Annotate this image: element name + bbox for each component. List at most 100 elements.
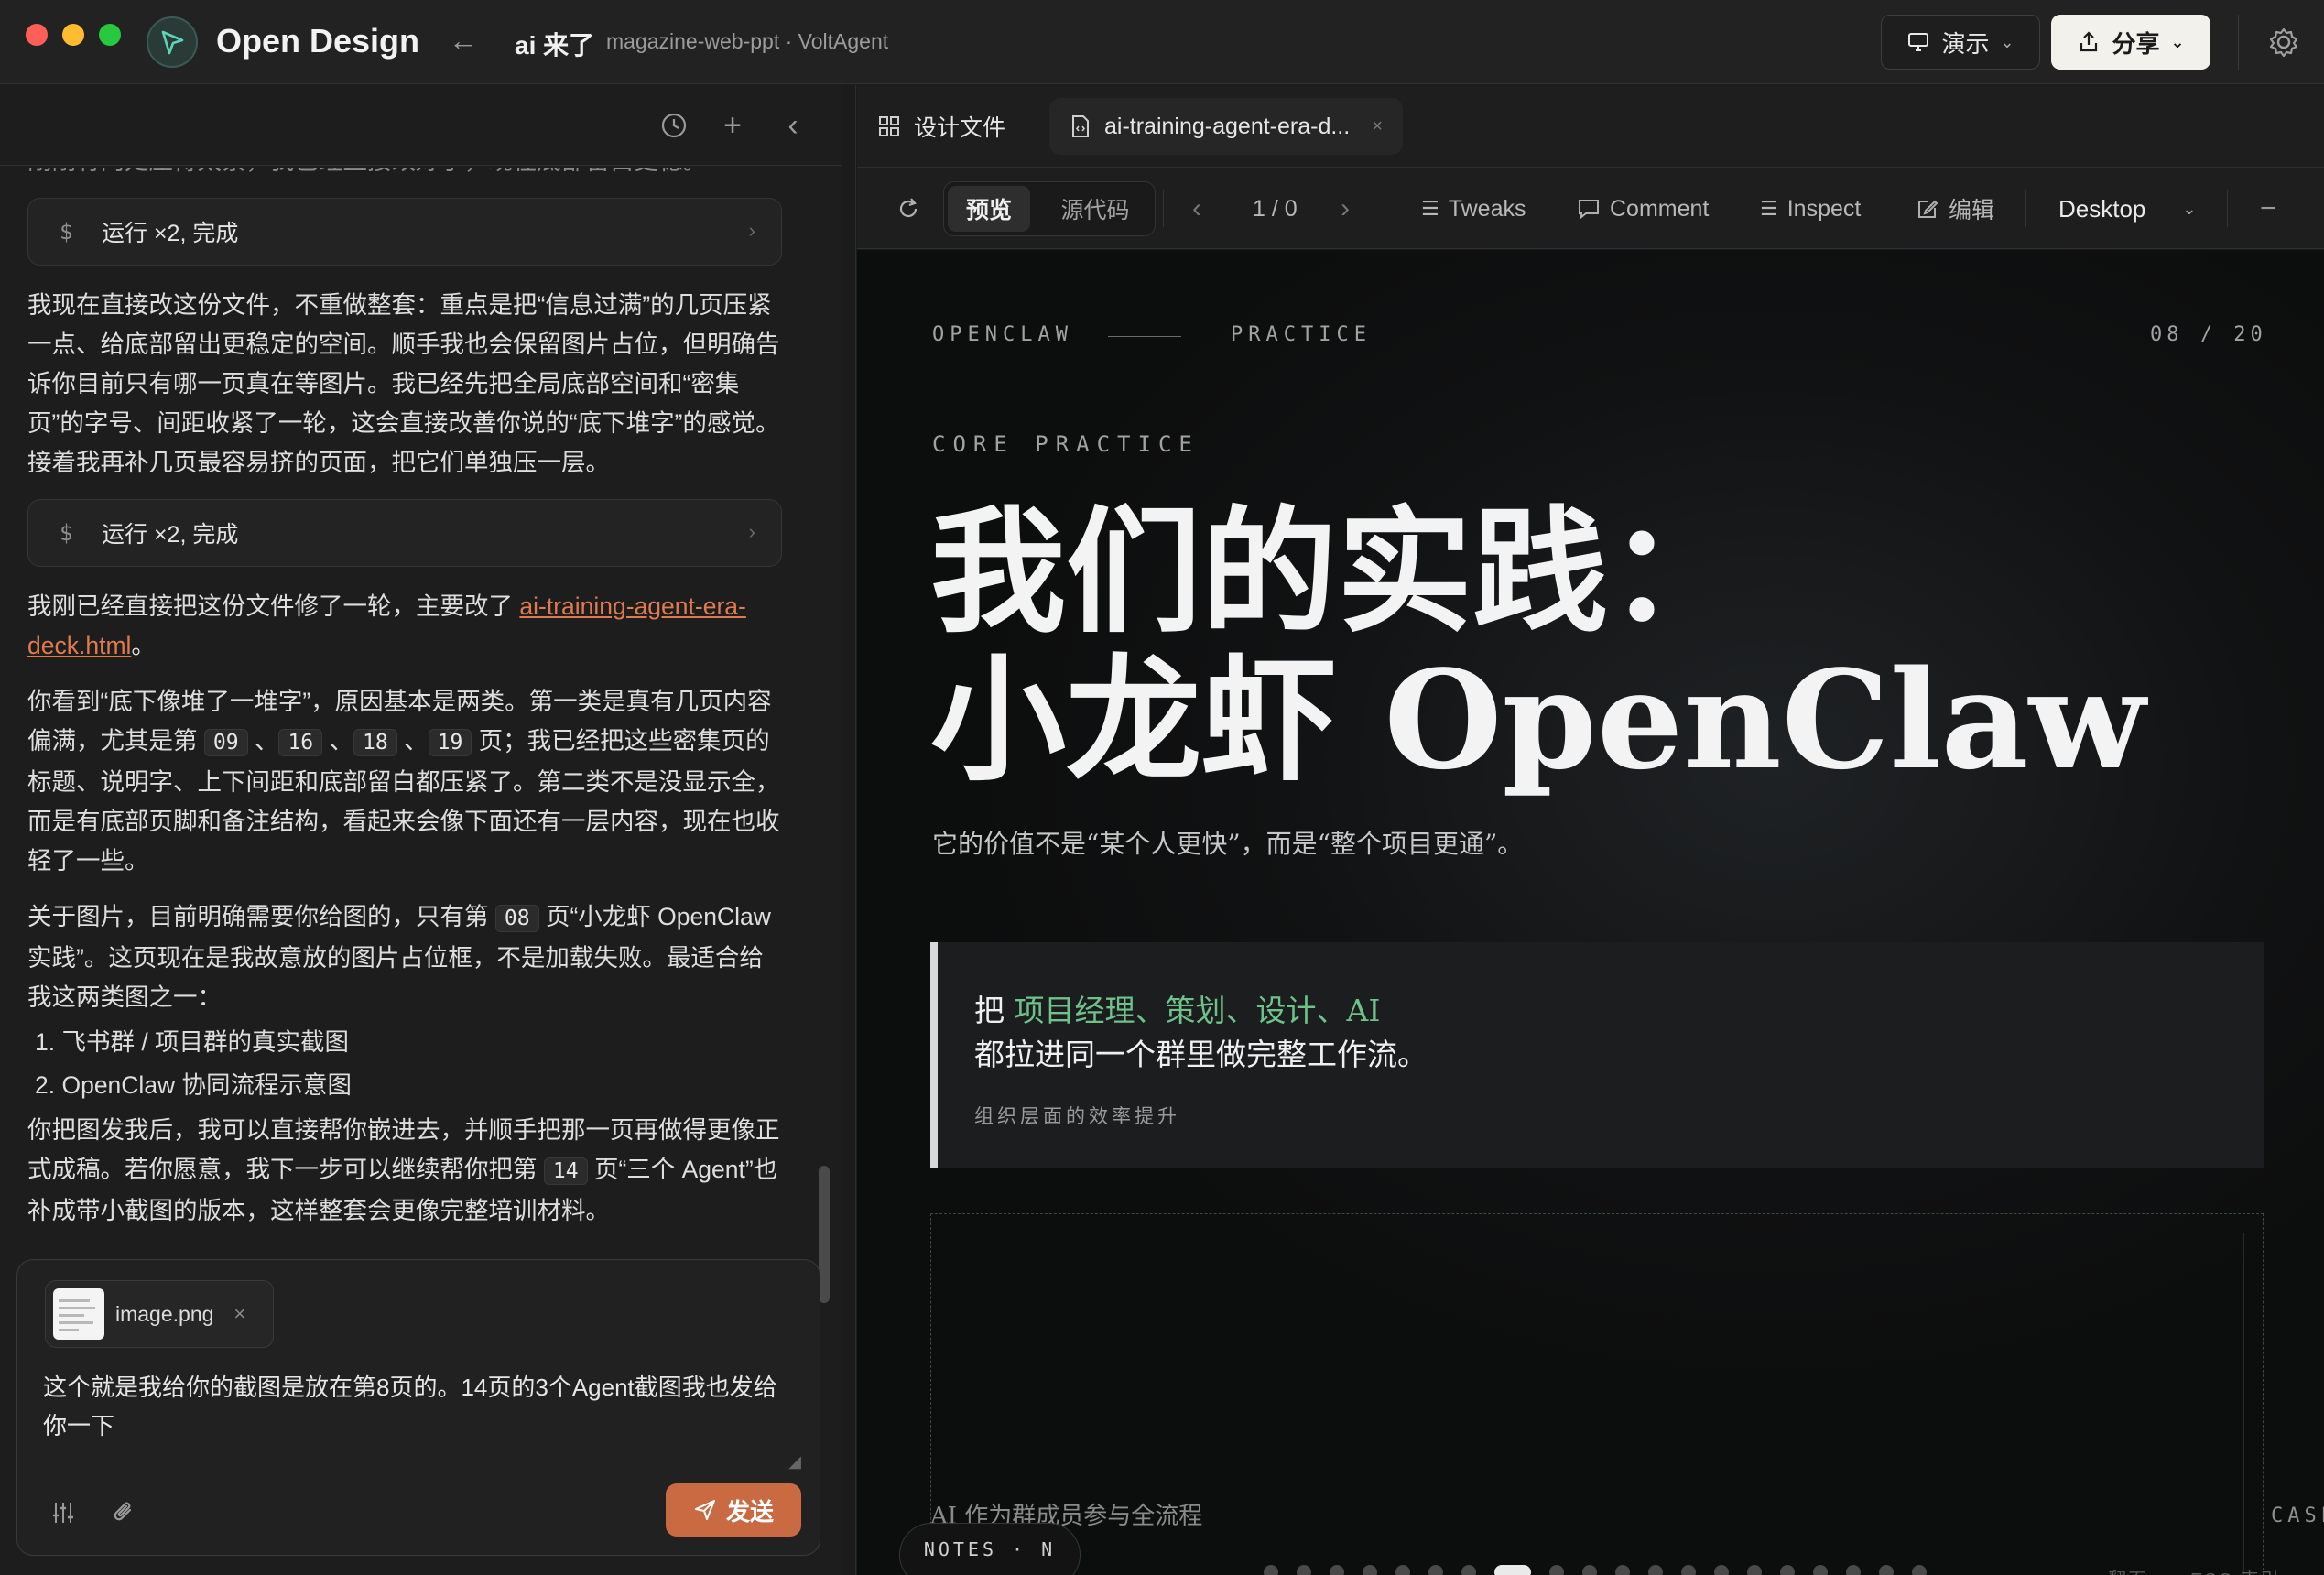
slide-eyebrow: CORE PRACTICE bbox=[932, 431, 1200, 457]
message-text: 关于图片，目前明确需要你给图的，只有第 bbox=[27, 903, 495, 930]
slide-callout: 把 项目经理、策划、设计、AI 都拉进同一个群里做完整工作流。 组织层面的效率提… bbox=[930, 942, 2264, 1168]
window-controls bbox=[26, 24, 121, 46]
chevron-down-icon: ⌄ bbox=[2170, 32, 2185, 51]
page-dot[interactable] bbox=[1714, 1565, 1729, 1575]
page-dot[interactable] bbox=[1780, 1565, 1795, 1575]
kicker-rule bbox=[1108, 336, 1181, 337]
reload-icon[interactable] bbox=[896, 183, 921, 234]
case-label: CASE bbox=[2271, 1504, 2324, 1527]
page-code: 14 bbox=[543, 1157, 588, 1185]
message-cut-line: 刚刚有两处压得太紧，我已经直接改好了，现在底部留白更稳。 bbox=[27, 168, 782, 181]
page-dot[interactable] bbox=[1846, 1565, 1861, 1575]
send-button[interactable]: 发送 bbox=[666, 1483, 801, 1537]
share-button[interactable]: 分享 ⌄ bbox=[2051, 15, 2210, 70]
maximize-window-button[interactable] bbox=[99, 24, 121, 46]
page-dot[interactable] bbox=[1264, 1565, 1278, 1575]
list-item: 2. OpenClaw 协同流程示意图 bbox=[35, 1071, 353, 1099]
next-page-chevron-icon[interactable]: › bbox=[1341, 183, 1350, 234]
view-mode-toggle: 预览 源代码 bbox=[943, 181, 1156, 236]
paperclip-icon[interactable] bbox=[105, 1494, 142, 1531]
terminal-dollar-icon: $ bbox=[60, 520, 73, 546]
sliders-icon: ☰ bbox=[1421, 197, 1439, 220]
page-dot[interactable] bbox=[1395, 1565, 1410, 1575]
composer-input[interactable]: 这个就是我给你的截图是放在第8页的。14页的3个Agent截图我也发给你一下 bbox=[43, 1368, 794, 1445]
slide-kicker-right: PRACTICE bbox=[1231, 323, 1372, 346]
toolbar-divider bbox=[2025, 190, 2026, 227]
resize-grip-icon[interactable]: ◢ bbox=[788, 1452, 801, 1472]
remove-attachment-close-icon[interactable]: × bbox=[233, 1302, 245, 1326]
zoom-out-minus-icon[interactable]: − bbox=[2260, 183, 2276, 234]
chat-messages[interactable]: 刚刚有两处压得太紧，我已经直接改好了，现在底部留白更稳。 $ 运行 ×2, 完成… bbox=[0, 168, 824, 1323]
minimize-window-button[interactable] bbox=[62, 24, 84, 46]
tab-design-files[interactable]: 设计文件 bbox=[857, 98, 1026, 155]
history-icon[interactable] bbox=[656, 107, 692, 144]
page-dot[interactable] bbox=[1813, 1565, 1828, 1575]
tab-html-file[interactable]: ai-training-agent-era-d... × bbox=[1049, 98, 1403, 155]
close-tab-icon[interactable]: × bbox=[1372, 116, 1383, 137]
message-text: 、 bbox=[322, 727, 354, 755]
preview-toolbar: 预览 源代码 ‹ 1 / 0 › ☰ Tweaks Comment ☰ Insp… bbox=[857, 168, 2324, 249]
page-dot[interactable] bbox=[1461, 1565, 1476, 1575]
comment-button[interactable]: Comment bbox=[1577, 183, 1709, 234]
edit-button[interactable]: 编辑 bbox=[1916, 183, 1994, 234]
file-tabs: 设计文件 ai-training-agent-era-d... × bbox=[857, 85, 2324, 168]
page-code: 08 bbox=[494, 905, 539, 932]
chat-scrollbar[interactable] bbox=[815, 168, 835, 1323]
inspect-button[interactable]: ☰ Inspect bbox=[1760, 183, 1861, 234]
page-dot[interactable] bbox=[1681, 1565, 1696, 1575]
tool-run-card[interactable]: $ 运行 ×2, 完成 › bbox=[27, 198, 782, 266]
source-code-tab[interactable]: 源代码 bbox=[1045, 186, 1146, 232]
page-dot[interactable] bbox=[1912, 1565, 1927, 1575]
preview-tab[interactable]: 预览 bbox=[948, 186, 1030, 232]
assistant-message: 我现在直接改这份文件，不重做整套：重点是把“信息过满”的几页压紧一点、给底部留出… bbox=[27, 291, 780, 476]
collapse-panel-chevron-icon[interactable]: ‹ bbox=[775, 107, 811, 144]
project-subtitle: magazine-web-ppt · VoltAgent bbox=[606, 29, 889, 53]
sliders-icon[interactable] bbox=[45, 1494, 81, 1531]
back-arrow-icon[interactable]: ← bbox=[449, 24, 478, 58]
page-dot[interactable] bbox=[1363, 1565, 1377, 1575]
slide-subtitle: 它的价值不是“某个人更快”，而是“整个项目更通”。 bbox=[932, 829, 1524, 859]
index-hint: ESC 索引 bbox=[2190, 1565, 2281, 1575]
page-dot[interactable] bbox=[1549, 1565, 1564, 1575]
notes-toggle[interactable]: NOTES · N bbox=[899, 1523, 1081, 1575]
slide-kicker-left: OPENCLAW bbox=[932, 323, 1073, 346]
page-code: 16 bbox=[278, 729, 323, 756]
present-button[interactable]: 演示 ⌄ bbox=[1881, 15, 2040, 70]
close-window-button[interactable] bbox=[26, 24, 48, 46]
page-dot[interactable] bbox=[1330, 1565, 1344, 1575]
share-label: 分享 bbox=[2112, 29, 2160, 58]
chevron-down-icon: ⌄ bbox=[2000, 32, 2014, 51]
callout-note: 组织层面的效率提升 bbox=[974, 1106, 1180, 1127]
page-dot-active[interactable] bbox=[1494, 1565, 1531, 1575]
slide-page-index: 08 / 20 bbox=[2150, 323, 2267, 346]
page-dot[interactable] bbox=[1428, 1565, 1443, 1575]
chevron-down-icon: ⌄ bbox=[2182, 199, 2197, 218]
comment-label: Comment bbox=[1610, 195, 1710, 222]
gear-icon[interactable] bbox=[2265, 24, 2302, 60]
prev-page-chevron-icon[interactable]: ‹ bbox=[1192, 183, 1201, 234]
file-code-icon bbox=[1072, 115, 1089, 137]
page-dot[interactable] bbox=[1648, 1565, 1663, 1575]
new-chat-plus-icon[interactable]: + bbox=[714, 107, 751, 144]
page-dot[interactable] bbox=[1582, 1565, 1597, 1575]
page-dot[interactable] bbox=[1879, 1565, 1894, 1575]
panel-splitter[interactable] bbox=[843, 85, 856, 1575]
tab-label: ai-training-agent-era-d... bbox=[1104, 113, 1351, 139]
tweaks-button[interactable]: ☰ Tweaks bbox=[1421, 183, 1526, 234]
page-dot[interactable] bbox=[1297, 1565, 1311, 1575]
tool-run-card[interactable]: $ 运行 ×2, 完成 › bbox=[27, 499, 782, 567]
device-select[interactable]: Desktop ⌄ bbox=[2058, 183, 2196, 234]
slide-preview[interactable]: OPENCLAW PRACTICE 08 / 20 CORE PRACTICE … bbox=[857, 250, 2324, 1575]
page-dot[interactable] bbox=[1615, 1565, 1630, 1575]
page-code: 18 bbox=[353, 729, 397, 756]
chevron-right-icon: › bbox=[748, 219, 755, 242]
attachment-chip[interactable]: image.png × bbox=[45, 1280, 274, 1348]
slide-pagination bbox=[1264, 1565, 1927, 1575]
assistant-message: 关于图片，目前明确需要你给图的，只有第 08 页“小龙虾 OpenClaw 实践… bbox=[27, 897, 782, 1017]
title-divider bbox=[2238, 15, 2239, 70]
callout-highlight: 项目经理、策划、设计、AI bbox=[1014, 993, 1381, 1028]
device-label: Desktop bbox=[2058, 194, 2146, 223]
chevron-right-icon: › bbox=[748, 520, 755, 543]
page-dot[interactable] bbox=[1747, 1565, 1762, 1575]
message-text: 、 bbox=[247, 727, 279, 755]
